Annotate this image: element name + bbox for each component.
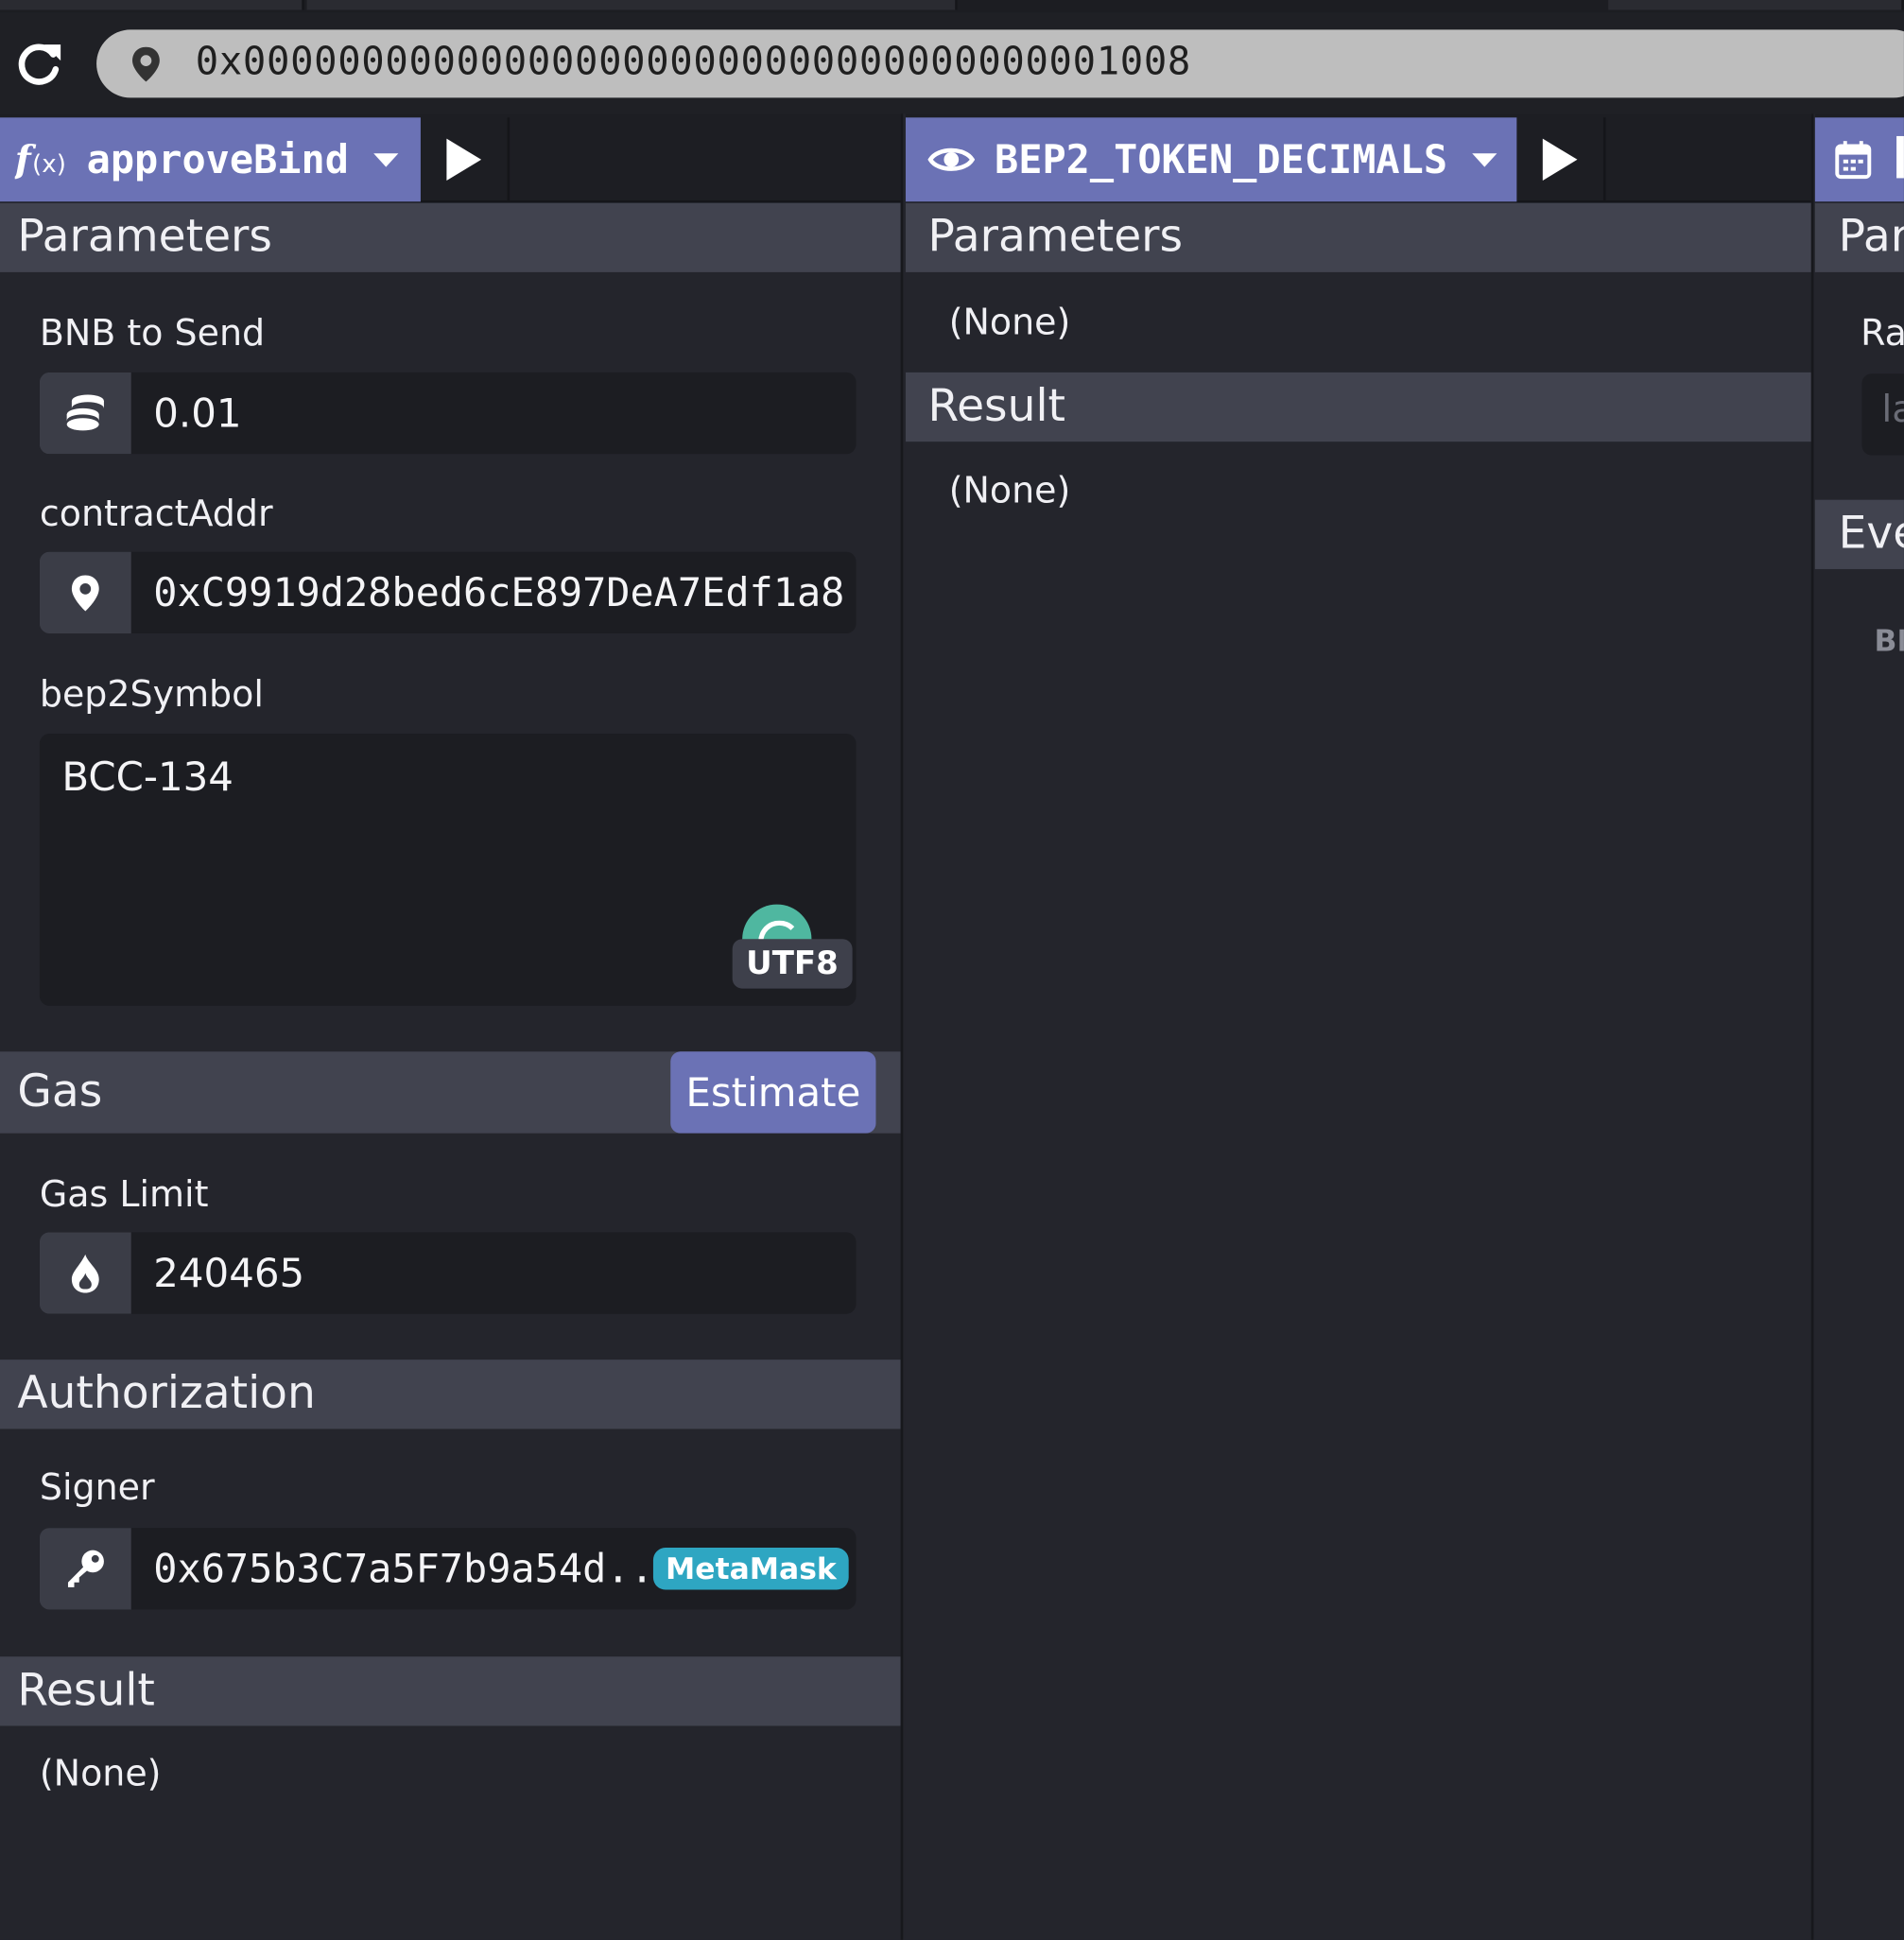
- gas-limit-field[interactable]: 240465: [39, 1232, 857, 1314]
- play-icon: [1542, 138, 1578, 182]
- run-button[interactable]: [1516, 117, 1606, 202]
- parameter-placeholder: la: [1881, 388, 1904, 432]
- svg-text:(x): (x): [32, 150, 66, 179]
- bnb-to-send-label: BNB to Send: [39, 311, 266, 355]
- address-row: 0x00000000000000000000000000000000000010…: [0, 12, 1904, 114]
- function-selector[interactable]: [1814, 117, 1904, 202]
- result-value: (None): [39, 1751, 162, 1794]
- signer-value: 0x675b3C7a5F7b9a54d...: [153, 1545, 678, 1593]
- events-heading: Eve: [1814, 499, 1904, 569]
- result-heading: Result: [0, 1656, 901, 1726]
- result-heading: Result: [905, 372, 1811, 442]
- tab-segment: [306, 0, 958, 10]
- encoding-badge[interactable]: UTF8: [732, 939, 853, 989]
- chevron-down-icon: [1472, 152, 1497, 167]
- bep2-symbol-textarea[interactable]: BCC-134 UTF8: [39, 733, 857, 1006]
- bnb-to-send-value: 0.01: [153, 390, 242, 437]
- contract-address-input[interactable]: 0x00000000000000000000000000000000000010…: [96, 29, 1904, 98]
- events-text: BI: [1874, 623, 1904, 659]
- function-panel-bep2-token-decimals: BEP2_TOKEN_DECIMALS Parameters (None) Re…: [905, 113, 1814, 1940]
- parameters-value: (None): [948, 300, 1071, 343]
- signer-label: Signer: [39, 1465, 155, 1509]
- contract-addr-value: 0xC9919d28bed6cE897DeA7Edf1a8: [153, 568, 845, 616]
- tab-segment: [1608, 0, 1904, 10]
- function-panel-approve-bind: f (x) approveBind Parameters BNB to Send: [0, 113, 904, 1940]
- function-selector[interactable]: BEP2_TOKEN_DECIMALS: [905, 117, 1517, 202]
- run-button[interactable]: [421, 117, 511, 202]
- flame-icon: [39, 1232, 131, 1314]
- contract-addr-label: contractAddr: [39, 492, 273, 535]
- bep2-symbol-label: bep2Symbol: [39, 672, 264, 716]
- estimate-button[interactable]: Estimate: [670, 1051, 876, 1134]
- function-name: approveBind: [86, 135, 349, 183]
- result-value: (None): [948, 468, 1071, 511]
- tab-segment: [0, 0, 304, 10]
- function-selector[interactable]: f (x) approveBind: [0, 117, 421, 202]
- chevron-down-icon: [373, 152, 399, 167]
- panel-toolbar: [1814, 113, 1904, 203]
- panel-toolbar: BEP2_TOKEN_DECIMALS: [905, 113, 1811, 203]
- parameters-heading: Par: [1814, 202, 1904, 272]
- function-name: BEP2_TOKEN_DECIMALS: [995, 135, 1448, 183]
- address-value: 0x00000000000000000000000000000000000010…: [195, 39, 1192, 84]
- reload-icon[interactable]: [15, 40, 64, 89]
- panel-toolbar: f (x) approveBind: [0, 113, 901, 203]
- metamask-badge: MetaMask: [652, 1548, 849, 1590]
- location-pin-icon: [132, 46, 160, 82]
- function-name-cut: [1896, 135, 1904, 179]
- coins-icon: [39, 372, 131, 455]
- key-icon: [39, 1528, 131, 1610]
- gas-section-header: Gas Estimate: [0, 1051, 901, 1134]
- gas-heading: Gas: [17, 1066, 103, 1117]
- bnb-to-send-field[interactable]: 0.01: [39, 372, 857, 455]
- calendar-icon: [1835, 141, 1872, 180]
- function-panel-partial: Par Ra la Eve BI: [1814, 113, 1904, 1940]
- location-pin-icon: [39, 551, 131, 634]
- parameters-heading: Parameters: [905, 202, 1811, 272]
- eye-icon: [927, 147, 976, 171]
- authorization-heading: Authorization: [0, 1360, 901, 1429]
- function-icon: f (x): [15, 138, 66, 182]
- parameters-heading: Parameters: [0, 202, 901, 272]
- parameter-label: Ra: [1861, 311, 1904, 355]
- browser-tab-strip: [0, 0, 1904, 13]
- gas-limit-value: 240465: [153, 1249, 305, 1297]
- contract-addr-field[interactable]: 0xC9919d28bed6cE897DeA7Edf1a8: [39, 551, 857, 634]
- bep2-symbol-value: BCC-134: [61, 753, 234, 801]
- signer-field[interactable]: 0x675b3C7a5F7b9a54d... MetaMask: [39, 1528, 857, 1610]
- play-icon: [446, 138, 482, 182]
- gas-limit-label: Gas Limit: [39, 1172, 209, 1216]
